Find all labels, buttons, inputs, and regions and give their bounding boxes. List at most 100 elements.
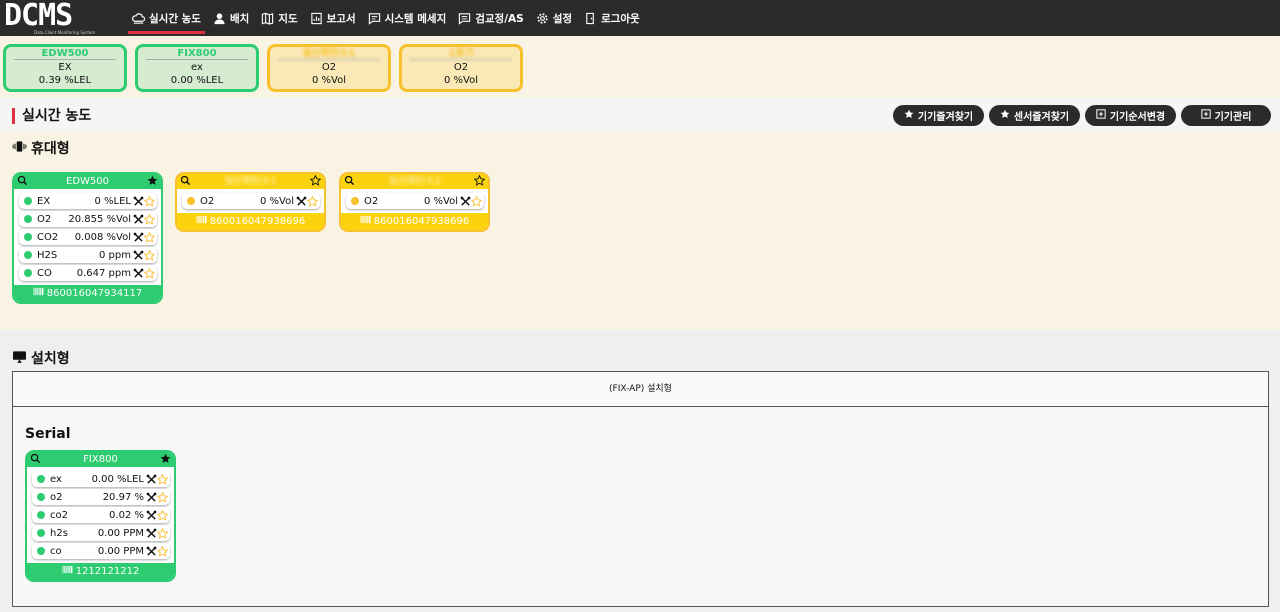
app-logo[interactable]: DCMS Data Client Monitoring System xyxy=(0,0,116,36)
sensor-row[interactable]: O2 20.855 %Vol xyxy=(19,211,157,227)
tools-icon[interactable] xyxy=(133,196,144,207)
tools-icon[interactable] xyxy=(146,492,157,503)
device-card[interactable]: 일산화탄소1 O2 0 %Vol 860016047938696 xyxy=(175,172,326,232)
device-serial: 860016047938696 xyxy=(209,216,306,227)
gear-icon xyxy=(536,12,549,25)
star-outline-icon[interactable] xyxy=(143,249,156,261)
star-outline-icon[interactable] xyxy=(143,195,156,207)
star-outline-icon[interactable] xyxy=(156,491,169,503)
device-serial: 1212121212 xyxy=(75,566,140,577)
search-icon[interactable] xyxy=(17,175,28,186)
summary-strip: EDW500 EX 0.39 %LEL FIX800 ex 0.00 %LEL … xyxy=(0,36,1280,98)
star-outline-icon[interactable] xyxy=(143,213,156,225)
search-icon[interactable] xyxy=(180,175,191,186)
sensor-row[interactable]: h2s 0.00 PPM xyxy=(32,525,170,541)
summary-sensor: ex xyxy=(191,62,203,73)
calibration-icon xyxy=(458,12,471,25)
status-dot xyxy=(37,529,45,537)
sensor-row[interactable]: CO2 0.008 %Vol xyxy=(19,229,157,245)
logout-icon xyxy=(584,12,597,25)
tools-icon[interactable] xyxy=(133,268,144,279)
sensor-row[interactable]: H2S 0 ppm xyxy=(19,247,157,263)
star-outline-icon[interactable] xyxy=(156,545,169,557)
summary-sensor: O2 xyxy=(321,62,337,73)
sensor-row[interactable]: CO 0.647 ppm xyxy=(19,265,157,281)
nav-item-logout[interactable]: 로그아웃 xyxy=(578,0,646,36)
main-nav: 실시간 농도 배치 지도 보고서 시스템 메세지 검교정/AS 설정 로그아웃 xyxy=(126,0,646,36)
tools-icon[interactable] xyxy=(133,232,144,243)
star-filled-icon[interactable] xyxy=(147,175,158,186)
device-name: 일산화탄소2 xyxy=(388,176,441,187)
summary-card[interactable]: 일산화탄소1 O2 0 %Vol xyxy=(267,44,391,92)
star-outline-icon[interactable] xyxy=(143,231,156,243)
summary-card[interactable]: 1호기 O2 0 %Vol xyxy=(399,44,523,92)
star-outline-icon[interactable] xyxy=(306,195,319,207)
cloud-icon xyxy=(132,12,145,25)
vibrating-phone-icon xyxy=(12,140,27,157)
device-serial-footer: 1212121212 xyxy=(27,563,174,580)
device-card[interactable]: 일산화탄소2 O2 0 %Vol 860016047938696 xyxy=(339,172,490,232)
sensor-row[interactable]: co2 0.02 % xyxy=(32,507,170,523)
device-card[interactable]: EDW500 EX 0 %LEL O2 20.855 %Vol CO2 0.008 %… xyxy=(12,172,163,304)
nav-item-system-message[interactable]: 시스템 메세지 xyxy=(362,0,453,36)
summary-device-name: 1호기 xyxy=(410,47,512,60)
summary-value: 0.39 %LEL xyxy=(38,75,92,86)
sensor-value: 0.02 % xyxy=(109,509,144,521)
device-card[interactable]: FIX800 ex 0.00 %LEL o2 20.97 % co2 0.02 % h… xyxy=(25,450,176,582)
sensor-value: 0.00 PPM xyxy=(97,545,144,557)
nav-item-map[interactable]: 지도 xyxy=(255,0,303,36)
device-order-button[interactable]: 기기순서변경 xyxy=(1085,105,1176,126)
tools-icon[interactable] xyxy=(146,510,157,521)
device-serial: 860016047938696 xyxy=(373,216,470,227)
plus-box-icon xyxy=(1200,109,1211,122)
button-label: 기기즐겨찾기 xyxy=(917,112,974,123)
sensor-row[interactable]: O2 0 %Vol xyxy=(182,193,320,209)
nav-item-realtime[interactable]: 실시간 농도 xyxy=(126,0,207,36)
search-icon[interactable] xyxy=(344,175,355,186)
device-name: FIX800 xyxy=(83,454,118,465)
barcode-icon xyxy=(360,213,371,230)
star-outline-icon[interactable] xyxy=(156,527,169,539)
status-dot xyxy=(24,233,32,241)
star-outline-icon[interactable] xyxy=(156,473,169,485)
sensor-favorite-button[interactable]: 센서즐겨찾기 xyxy=(989,105,1080,126)
star-outline-icon[interactable] xyxy=(470,195,483,207)
star-outline-icon[interactable] xyxy=(143,267,156,279)
device-serial: 860016047934117 xyxy=(46,288,143,299)
sensor-row[interactable]: co 0.00 PPM xyxy=(32,543,170,559)
search-icon[interactable] xyxy=(30,453,41,464)
portable-title: 휴대형 xyxy=(12,138,70,158)
device-serial-footer: 860016047934117 xyxy=(14,285,161,302)
sensor-value: 0.00 PPM xyxy=(97,527,144,539)
sensor-name: EX xyxy=(37,195,51,207)
nav-item-calibration[interactable]: 검교정/AS xyxy=(452,0,530,36)
sensor-row[interactable]: O2 0 %Vol xyxy=(346,193,484,209)
star-outline-icon[interactable] xyxy=(309,174,322,186)
sensor-name: CO2 xyxy=(37,231,59,243)
device-favorite-button[interactable]: 기기즐겨찾기 xyxy=(893,105,984,126)
button-label: 기기관리 xyxy=(1214,112,1252,123)
star-filled-icon[interactable] xyxy=(160,453,171,464)
summary-card[interactable]: EDW500 EX 0.39 %LEL xyxy=(3,44,127,92)
sensor-row[interactable]: EX 0 %LEL xyxy=(19,193,157,209)
nav-item-layout[interactable]: 배치 xyxy=(207,0,255,36)
nav-item-settings[interactable]: 설정 xyxy=(530,0,578,36)
sensor-row[interactable]: ex 0.00 %LEL xyxy=(32,471,170,487)
star-outline-icon[interactable] xyxy=(156,509,169,521)
star-outline-icon[interactable] xyxy=(473,174,486,186)
tools-icon[interactable] xyxy=(146,474,157,485)
summary-card[interactable]: FIX800 ex 0.00 %LEL xyxy=(135,44,259,92)
tools-icon[interactable] xyxy=(146,546,157,557)
tools-icon[interactable] xyxy=(146,528,157,539)
device-manage-button[interactable]: 기기관리 xyxy=(1181,105,1271,126)
tools-icon[interactable] xyxy=(460,196,471,207)
sensor-row[interactable]: o2 20.97 % xyxy=(32,489,170,505)
tools-icon[interactable] xyxy=(133,250,144,261)
tools-icon[interactable] xyxy=(296,196,307,207)
barcode-icon xyxy=(196,213,207,230)
nav-label: 지도 xyxy=(278,12,298,25)
device-serial-footer: 860016047938696 xyxy=(177,213,324,230)
device-header: 일산화탄소1 xyxy=(177,174,324,189)
tools-icon[interactable] xyxy=(133,214,144,225)
nav-item-report[interactable]: 보고서 xyxy=(304,0,362,36)
